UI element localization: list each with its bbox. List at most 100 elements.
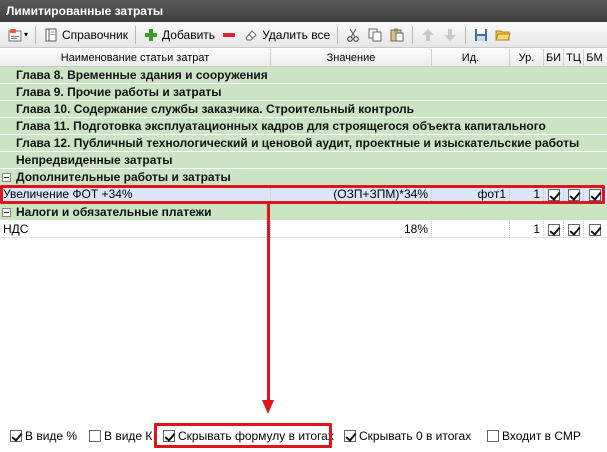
cell-bm: [584, 221, 605, 238]
move-down-button[interactable]: [439, 24, 461, 46]
group-title: Глава 10. Содержание службы заказчика. С…: [16, 102, 414, 116]
bm-checkbox[interactable]: [588, 223, 601, 236]
as-k-checkbox[interactable]: [89, 430, 101, 442]
book-icon: [43, 27, 59, 43]
cut-button[interactable]: [342, 24, 364, 46]
save-button[interactable]: [470, 24, 492, 46]
cell-name[interactable]: НДС: [0, 221, 271, 238]
scissors-icon: [345, 27, 361, 43]
arrow-up-icon: [420, 27, 436, 43]
annotation-arrow-head-icon: [262, 400, 274, 414]
group-title: Глава 12. Публичный технологический и це…: [16, 136, 580, 150]
group-row[interactable]: Непредвиденные затраты: [0, 152, 607, 169]
paste-icon: [389, 27, 405, 43]
properties-button[interactable]: ▾: [4, 24, 31, 46]
folder-icon: [495, 27, 511, 43]
group-row[interactable]: Глава 11. Подготовка эксплуатационных ка…: [0, 118, 607, 135]
col-header-bm[interactable]: БМ: [584, 49, 605, 67]
toolbar: ▾ Справочник Добавить Удалить все: [0, 22, 607, 48]
paste-button[interactable]: [386, 24, 408, 46]
cell-bi: [544, 186, 564, 203]
cell-value[interactable]: 18%: [271, 221, 432, 238]
copy-icon: [367, 27, 383, 43]
toolbar-separator: [337, 25, 339, 44]
directory-label: Справочник: [62, 27, 129, 42]
as-percent-option[interactable]: В виде %: [10, 429, 77, 443]
toolbar-separator: [412, 25, 414, 44]
in-smr-checkbox[interactable]: [487, 430, 499, 442]
group-row[interactable]: Глава 9. Прочие работы и затраты: [0, 84, 607, 101]
cell-name[interactable]: Увеличение ФОТ +34%: [0, 186, 271, 203]
hide-formula-checkbox[interactable]: [163, 430, 175, 442]
delete-all-button[interactable]: Удалить все: [240, 24, 333, 46]
group-row-taxes[interactable]: Налоги и обязательные платежи: [0, 204, 607, 221]
in-smr-option[interactable]: Входит в СМР: [487, 429, 581, 443]
col-header-tc[interactable]: ТЦ: [564, 49, 584, 67]
arrow-down-icon: [442, 27, 458, 43]
cell-level[interactable]: 1: [510, 186, 544, 203]
group-row[interactable]: Глава 10. Содержание службы заказчика. С…: [0, 101, 607, 118]
add-label: Добавить: [162, 27, 216, 42]
directory-button[interactable]: Справочник: [40, 24, 131, 46]
cell-id[interactable]: фот1: [432, 186, 510, 203]
group-row[interactable]: Глава 8. Временные здания и сооружения: [0, 67, 607, 84]
col-header-name[interactable]: Наименование статьи затрат: [0, 49, 271, 67]
bi-checkbox[interactable]: [547, 188, 560, 201]
copy-button[interactable]: [364, 24, 386, 46]
group-title: Глава 9. Прочие работы и затраты: [16, 85, 222, 99]
add-button[interactable]: Добавить: [140, 24, 218, 46]
floppy-disk-icon: [473, 27, 489, 43]
toolbar-separator: [135, 25, 137, 44]
eraser-icon: [243, 27, 259, 43]
col-header-level[interactable]: Ур.: [510, 49, 544, 67]
col-header-id[interactable]: Ид.: [432, 49, 510, 67]
col-header-value[interactable]: Значение: [271, 49, 432, 67]
table-row[interactable]: Увеличение ФОТ +34% (ОЗП+ЗПМ)*34% фот1 1: [0, 186, 607, 203]
cell-value[interactable]: (ОЗП+ЗПМ)*34%: [271, 186, 432, 203]
minus-icon: [221, 27, 237, 43]
toolbar-separator: [35, 25, 37, 44]
hide-formula-label: Скрывать формулу в итогах: [178, 429, 334, 443]
remove-button[interactable]: [218, 24, 240, 46]
group-row[interactable]: Глава 12. Публичный технологический и це…: [0, 135, 607, 152]
tc-checkbox[interactable]: [567, 223, 580, 236]
annotation-arrow-line: [267, 204, 270, 400]
move-up-button[interactable]: [417, 24, 439, 46]
hide-zero-checkbox[interactable]: [344, 430, 356, 442]
hide-formula-option[interactable]: Скрывать формулу в итогах: [163, 429, 334, 443]
cell-id[interactable]: [432, 221, 510, 238]
open-button[interactable]: [492, 24, 514, 46]
as-k-label: В виде К: [104, 429, 153, 443]
group-title: Непредвиденные затраты: [16, 153, 173, 167]
group-row-additional[interactable]: Дополнительные работы и затраты: [0, 169, 607, 186]
cell-level[interactable]: 1: [510, 221, 544, 238]
group-title: Дополнительные работы и затраты: [16, 169, 231, 184]
footer-options: В виде % В виде К Скрывать формулу в ито…: [0, 424, 607, 448]
collapse-toggle-icon[interactable]: [2, 172, 11, 182]
properties-icon: [7, 27, 23, 43]
tc-checkbox[interactable]: [567, 188, 580, 201]
table-row[interactable]: НДС 18% 1: [0, 221, 607, 238]
bm-checkbox[interactable]: [588, 188, 601, 201]
plus-icon: [143, 27, 159, 43]
group-title: Налоги и обязательные платежи: [16, 204, 212, 219]
hide-zero-label: Скрывать 0 в итогах: [359, 429, 472, 443]
in-smr-label: Входит в СМР: [502, 429, 581, 443]
grid-header: Наименование статьи затрат Значение Ид. …: [0, 49, 607, 67]
toolbar-separator: [465, 25, 467, 44]
as-percent-checkbox[interactable]: [10, 430, 22, 442]
col-header-bi[interactable]: БИ: [544, 49, 564, 67]
cell-tc: [564, 221, 584, 238]
delete-all-label: Удалить все: [262, 27, 331, 42]
as-percent-label: В виде %: [25, 429, 78, 443]
collapse-toggle-icon[interactable]: [2, 207, 11, 217]
cell-bi: [544, 221, 564, 238]
hide-zero-option[interactable]: Скрывать 0 в итогах: [344, 429, 471, 443]
group-title: Глава 11. Подготовка эксплуатационных ка…: [16, 119, 546, 133]
cell-tc: [564, 186, 584, 203]
bi-checkbox[interactable]: [547, 223, 560, 236]
dropdown-arrow-icon: ▾: [24, 30, 29, 39]
cell-bm: [584, 186, 605, 203]
as-k-option[interactable]: В виде К: [89, 429, 152, 443]
group-title: Глава 8. Временные здания и сооружения: [16, 68, 268, 82]
